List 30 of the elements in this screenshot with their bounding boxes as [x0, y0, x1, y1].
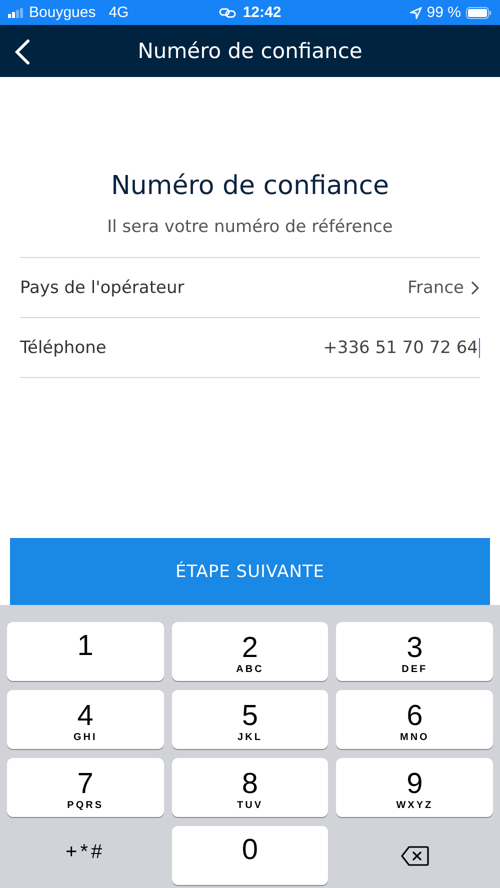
chevron-right-icon [470, 280, 480, 296]
number-key[interactable]: 8 TUV [172, 758, 328, 817]
number-key[interactable]: 1 [7, 622, 164, 681]
battery-icon [466, 6, 492, 18]
phone-input[interactable]: +336 51 70 72 64 [298, 338, 480, 358]
number-key[interactable]: 3 DEF [336, 622, 493, 681]
field-label: Pays de l'opérateur [20, 278, 184, 298]
signal-icon [8, 8, 24, 18]
country-selector[interactable]: France [407, 278, 464, 298]
carrier-name: Bouygues [29, 4, 96, 21]
page-heading: Numéro de confiance [110, 171, 390, 203]
number-key[interactable]: 5 JKL [172, 690, 328, 749]
screen-title: Numéro de confiance [138, 39, 362, 63]
battery-percent: 99 % [426, 4, 461, 21]
symbols-key[interactable]: +*# [7, 826, 164, 885]
back-button[interactable] [12, 39, 32, 65]
number-key[interactable]: 4 GHI [7, 690, 164, 749]
field-label: Téléphone [20, 338, 106, 358]
link-icon [218, 8, 237, 18]
location-arrow-icon [410, 6, 422, 18]
number-key[interactable]: 2 ABC [172, 622, 328, 681]
backspace-icon [400, 845, 430, 867]
number-key[interactable]: 6 MNO [336, 690, 493, 749]
network-type: 4G [108, 4, 129, 21]
next-step-button[interactable]: ÉTAPE SUIVANTE [10, 538, 490, 605]
clock-time: 12:42 [242, 4, 282, 21]
number-key[interactable]: 7 PQRS [7, 758, 164, 817]
page-subtitle: Il sera votre numéro de référence [106, 217, 394, 237]
number-key[interactable]: 9 WXYZ [336, 758, 493, 817]
number-key[interactable]: 0 [172, 826, 328, 885]
